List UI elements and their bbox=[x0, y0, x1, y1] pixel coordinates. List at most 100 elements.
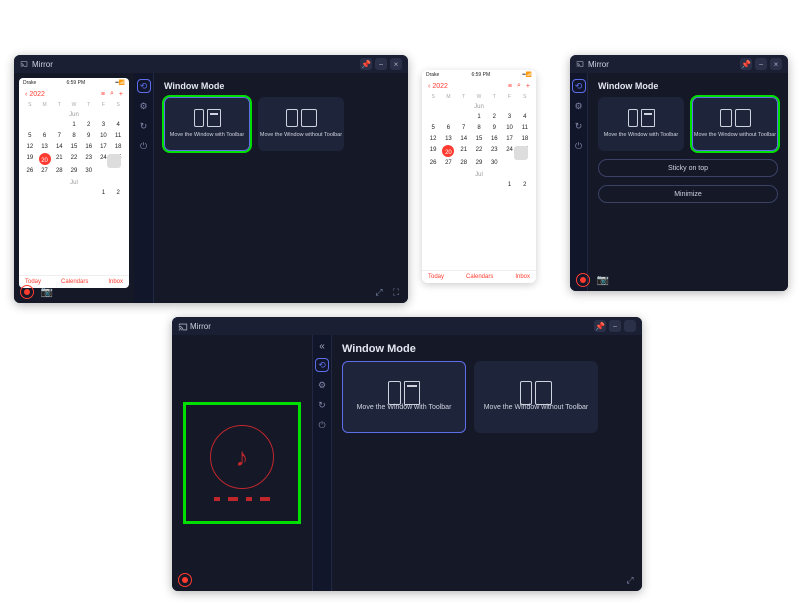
minimize-button[interactable]: − bbox=[609, 320, 621, 332]
cal-day[interactable]: 29 bbox=[472, 158, 486, 168]
cal-day[interactable]: 8 bbox=[67, 131, 81, 141]
cal-day[interactable]: 3 bbox=[502, 112, 516, 122]
cal-day[interactable]: 15 bbox=[67, 142, 81, 152]
camera-button[interactable]: 📷 bbox=[596, 273, 610, 287]
cal-day[interactable]: 21 bbox=[52, 153, 66, 165]
cal-back[interactable]: ‹ 2022 bbox=[428, 83, 448, 90]
cal-day[interactable]: 7 bbox=[52, 131, 66, 141]
cal-day[interactable]: 10 bbox=[502, 123, 516, 133]
mode-with-toolbar[interactable]: Move the Window with Toolbar bbox=[164, 97, 250, 151]
minimize-window-button[interactable]: Minimize bbox=[598, 185, 778, 203]
side-gear-icon[interactable]: ⚙ bbox=[137, 99, 151, 113]
cal-day[interactable]: 10 bbox=[97, 131, 111, 141]
collapse-icon[interactable]: « bbox=[319, 341, 325, 352]
cal-day[interactable]: 2 bbox=[487, 112, 501, 122]
side-history-icon[interactable]: ↻ bbox=[572, 119, 586, 133]
expand-icon[interactable]: ⤢ bbox=[373, 286, 385, 298]
side-gear-icon[interactable]: ⚙ bbox=[572, 99, 586, 113]
cal-day[interactable]: 12 bbox=[426, 134, 440, 144]
side-history-icon[interactable]: ↻ bbox=[137, 119, 151, 133]
cal-day[interactable]: 23 bbox=[487, 145, 501, 157]
cal-day[interactable]: 5 bbox=[426, 123, 440, 133]
search-icon[interactable]: ⌕ bbox=[517, 82, 521, 90]
cal-day[interactable]: 17 bbox=[97, 142, 111, 152]
cal-day[interactable]: 13 bbox=[441, 134, 455, 144]
close-button[interactable] bbox=[624, 320, 636, 332]
cal-day[interactable]: 27 bbox=[441, 158, 455, 168]
cal-day[interactable]: 29 bbox=[67, 166, 81, 176]
cal-day[interactable]: 22 bbox=[67, 153, 81, 165]
cal-day[interactable]: 20 bbox=[442, 145, 454, 157]
cal-day[interactable]: 30 bbox=[487, 158, 501, 168]
cal-day[interactable]: 3 bbox=[97, 120, 111, 130]
minimize-button[interactable]: − bbox=[375, 58, 387, 70]
search-icon[interactable]: ⌕ bbox=[110, 90, 114, 98]
cal-day[interactable]: 1 bbox=[67, 120, 81, 130]
fullscreen-icon[interactable]: ⛶ bbox=[390, 286, 402, 298]
sticky-on-top-button[interactable]: Sticky on top bbox=[598, 159, 778, 177]
side-link-icon[interactable]: ⟲ bbox=[572, 79, 586, 93]
side-link-icon[interactable]: ⟲ bbox=[137, 79, 151, 93]
cal-day[interactable]: 14 bbox=[457, 134, 471, 144]
side-power-icon[interactable]: ⏻ bbox=[315, 418, 329, 432]
mode-with-toolbar[interactable]: Move the Window with Toolbar bbox=[598, 97, 684, 151]
cal-day[interactable]: 11 bbox=[518, 123, 532, 133]
cal-day[interactable]: 17 bbox=[502, 134, 516, 144]
cal-day[interactable]: 27 bbox=[38, 166, 52, 176]
cal-day[interactable]: 23 bbox=[82, 153, 96, 165]
cal-day[interactable]: 11 bbox=[111, 131, 125, 141]
cal-day[interactable]: 4 bbox=[518, 112, 532, 122]
cal-back[interactable]: ‹ 2022 bbox=[25, 91, 45, 98]
pin-button[interactable]: 📌 bbox=[360, 58, 372, 70]
side-link-icon[interactable]: ⟲ bbox=[315, 358, 329, 372]
cal-day[interactable]: 6 bbox=[441, 123, 455, 133]
cal-day[interactable]: 18 bbox=[111, 142, 125, 152]
side-history-icon[interactable]: ↻ bbox=[315, 398, 329, 412]
expand-icon[interactable]: ⤢ bbox=[624, 574, 636, 586]
cal-day[interactable]: 8 bbox=[472, 123, 486, 133]
cal-day[interactable]: 9 bbox=[487, 123, 501, 133]
close-button[interactable]: × bbox=[770, 58, 782, 70]
cal-day[interactable]: 26 bbox=[23, 166, 37, 176]
cal-day[interactable]: 12 bbox=[23, 142, 37, 152]
cal-day[interactable]: 15 bbox=[472, 134, 486, 144]
cal-day[interactable]: 4 bbox=[111, 120, 125, 130]
cal-day[interactable]: 6 bbox=[38, 131, 52, 141]
add-icon[interactable]: + bbox=[119, 91, 123, 98]
close-button[interactable]: × bbox=[390, 58, 402, 70]
mode-without-toolbar[interactable]: Move the Window without Toolbar bbox=[474, 361, 598, 433]
side-power-icon[interactable]: ⏻ bbox=[137, 139, 151, 153]
cal-day[interactable]: 16 bbox=[487, 134, 501, 144]
side-power-icon[interactable]: ⏻ bbox=[572, 139, 586, 153]
pin-button[interactable]: 📌 bbox=[594, 320, 606, 332]
camera-button[interactable]: 📷 bbox=[40, 285, 54, 299]
cal-day[interactable]: 22 bbox=[472, 145, 486, 157]
record-button[interactable] bbox=[576, 273, 590, 287]
cal-day[interactable]: 5 bbox=[23, 131, 37, 141]
list-icon[interactable]: ≡ bbox=[508, 83, 512, 90]
cal-day[interactable]: 19 bbox=[23, 153, 37, 165]
add-icon[interactable]: + bbox=[526, 83, 530, 90]
pin-button[interactable]: 📌 bbox=[740, 58, 752, 70]
cal-day[interactable]: 1 bbox=[472, 112, 486, 122]
cal-day[interactable]: 21 bbox=[457, 145, 471, 157]
cal-day[interactable]: 28 bbox=[457, 158, 471, 168]
cal-day[interactable]: 26 bbox=[426, 158, 440, 168]
mode-without-toolbar[interactable]: Move the Window without Toolbar bbox=[258, 97, 344, 151]
cal-day[interactable]: 13 bbox=[38, 142, 52, 152]
record-button[interactable] bbox=[178, 573, 192, 587]
cal-day[interactable]: 20 bbox=[39, 153, 51, 165]
list-icon[interactable]: ≡ bbox=[101, 91, 105, 98]
cal-day[interactable]: 14 bbox=[52, 142, 66, 152]
minimize-button[interactable]: − bbox=[755, 58, 767, 70]
side-gear-icon[interactable]: ⚙ bbox=[315, 378, 329, 392]
cal-day[interactable]: 19 bbox=[426, 145, 440, 157]
cal-day[interactable]: 30 bbox=[82, 166, 96, 176]
cal-day[interactable]: 28 bbox=[52, 166, 66, 176]
mode-with-toolbar[interactable]: Move the Window with Toolbar bbox=[342, 361, 466, 433]
record-button[interactable] bbox=[20, 285, 34, 299]
cal-day[interactable]: 2 bbox=[82, 120, 96, 130]
mode-without-toolbar[interactable]: Move the Window without Toolbar bbox=[692, 97, 778, 151]
cal-day[interactable]: 16 bbox=[82, 142, 96, 152]
cal-day[interactable]: 7 bbox=[457, 123, 471, 133]
